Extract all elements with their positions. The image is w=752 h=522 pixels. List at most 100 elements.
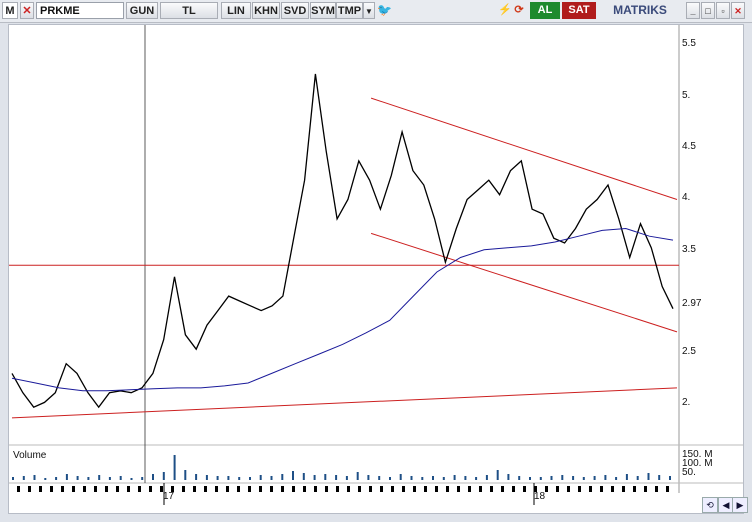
time-tick — [182, 486, 185, 492]
time-tick — [94, 486, 97, 492]
refresh-icon[interactable]: ⟳ — [512, 2, 526, 19]
volume-bar — [647, 473, 650, 480]
volume-bar — [593, 476, 596, 480]
lightning-icon[interactable]: ⚡ — [498, 2, 512, 19]
volume-bar — [65, 474, 68, 480]
volume-bar — [604, 475, 607, 480]
time-tick — [468, 486, 471, 492]
time-tick — [578, 486, 581, 492]
volume-bar — [615, 477, 618, 480]
time-tick — [347, 486, 350, 492]
time-tick — [644, 486, 647, 492]
symbol-field[interactable]: PRKME — [36, 2, 124, 19]
time-tick — [259, 486, 262, 492]
navigation-controls: ⟲ ◀ ▶ — [700, 495, 748, 515]
time-tick — [28, 486, 31, 492]
close-window-icon[interactable]: ✕ — [731, 2, 745, 19]
volume-bar — [324, 474, 327, 480]
time-tick — [138, 486, 141, 492]
buy-button[interactable]: AL — [530, 2, 560, 19]
bird-icon[interactable]: 🐦 — [377, 2, 392, 19]
volume-bar — [345, 476, 348, 480]
time-tick — [424, 486, 427, 492]
chart-area[interactable] — [8, 24, 744, 514]
time-tick — [622, 486, 625, 492]
volume-bar — [625, 474, 628, 480]
svd-button[interactable]: SVD — [281, 2, 309, 19]
sync-icon[interactable]: ⟲ — [702, 497, 718, 513]
toolbar: M ✕ PRKME GUN TL LIN KHN SVD SYM TMP ▼ 🐦… — [0, 0, 752, 23]
volume-bar — [582, 477, 585, 480]
volume-bar — [485, 475, 488, 480]
volume-bar — [432, 476, 434, 480]
close-symbol-icon[interactable]: ✕ — [20, 2, 34, 19]
time-tick — [149, 486, 152, 492]
volume-bar — [399, 474, 402, 480]
volume-bar — [453, 475, 456, 480]
time-tick — [611, 486, 614, 492]
time-tick — [72, 486, 75, 492]
sym-button[interactable]: SYM — [310, 2, 336, 19]
period-button[interactable]: GUN — [126, 2, 158, 19]
time-tick — [633, 486, 636, 492]
volume-bar — [302, 473, 305, 480]
price-tick: 2. — [682, 397, 691, 408]
time-tick — [336, 486, 339, 492]
time-tick — [314, 486, 317, 492]
volume-bar — [550, 476, 553, 480]
volume-bar — [44, 478, 47, 480]
volume-bar — [55, 477, 58, 480]
time-tick — [556, 486, 559, 492]
time-tick — [446, 486, 449, 492]
time-tick — [325, 486, 328, 492]
time-tick — [369, 486, 372, 492]
minimize-icon[interactable]: _ — [686, 2, 700, 19]
volume-bar — [108, 477, 111, 480]
time-tick — [512, 486, 515, 492]
restore-icon[interactable]: ▫ — [716, 2, 730, 19]
volume-bar — [76, 476, 79, 480]
volume-bar — [98, 475, 101, 480]
volume-bar — [33, 475, 36, 480]
time-tick — [457, 486, 460, 492]
maximize-icon[interactable]: □ — [701, 2, 715, 19]
volume-bar — [12, 477, 14, 480]
price-series — [11, 73, 674, 409]
time-tick — [39, 486, 42, 492]
volume-bar — [335, 475, 338, 480]
volume-bar — [518, 476, 521, 480]
price-chart[interactable] — [9, 25, 743, 513]
volume-bar — [162, 472, 165, 480]
volume-tick: 50. — [682, 467, 696, 478]
price-tick: 4.5 — [682, 141, 696, 152]
sell-button[interactable]: SAT — [562, 2, 596, 19]
m-button[interactable]: M — [2, 2, 18, 19]
volume-bar — [227, 476, 230, 480]
scale-button[interactable]: LIN — [221, 2, 251, 19]
time-tick — [292, 486, 295, 492]
volume-bar — [292, 471, 294, 480]
x-label-18: 18 — [534, 491, 546, 502]
time-tick — [281, 486, 284, 492]
trend-line — [370, 97, 678, 201]
volume-bar — [658, 475, 661, 480]
volume-bar — [507, 474, 510, 480]
currency-button[interactable]: TL — [160, 2, 218, 19]
tmp-button[interactable]: TMP — [336, 2, 363, 19]
scroll-right-icon[interactable]: ▶ — [732, 497, 748, 513]
time-tick — [61, 486, 64, 492]
time-tick — [248, 486, 251, 492]
time-tick — [589, 486, 592, 492]
time-tick — [303, 486, 306, 492]
time-tick — [655, 486, 658, 492]
time-tick — [204, 486, 207, 492]
khn-button[interactable]: KHN — [252, 2, 280, 19]
time-tick — [83, 486, 86, 492]
time-tick — [545, 486, 548, 492]
dropdown-arrow-icon[interactable]: ▼ — [363, 2, 375, 19]
volume-bar — [367, 475, 370, 480]
trend-line — [370, 232, 678, 333]
volume-bar — [464, 476, 467, 480]
volume-bar — [216, 476, 219, 480]
time-tick — [127, 486, 130, 492]
